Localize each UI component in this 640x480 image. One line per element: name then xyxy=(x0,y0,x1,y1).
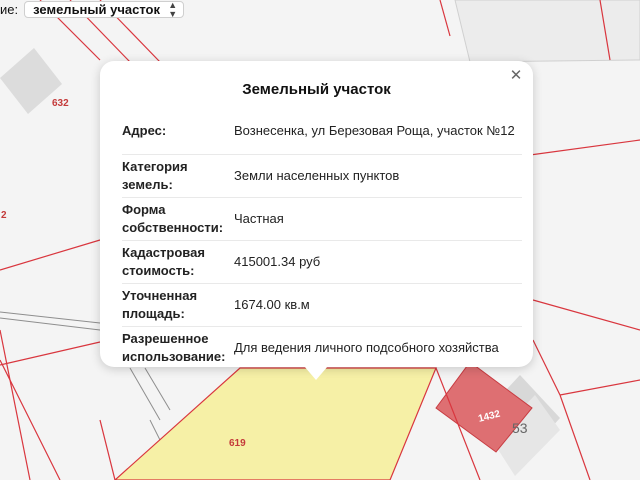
popup-title: Земельный участок xyxy=(242,81,391,98)
road-line xyxy=(0,311,101,324)
layer-selector-bar: ие: земельный участок ▲ ▼ xyxy=(0,0,185,19)
property-value: 415001.34 руб xyxy=(228,240,522,284)
property-key: Форма собственности: xyxy=(122,197,228,241)
property-value: Земли населенных пунктов xyxy=(228,154,522,198)
parcel-info-popup: Земельный участок ✕ Адрес: Вознесенка, у… xyxy=(100,61,533,367)
property-key: Разрешенное использование: xyxy=(122,331,226,365)
property-value: Частная xyxy=(228,197,522,241)
property-value: Вознесенка, ул Березовая Роща, участок №… xyxy=(228,109,522,155)
property-value: 1674.00 кв.м xyxy=(228,283,522,327)
selected-parcel[interactable] xyxy=(114,367,437,480)
property-key: Адрес: xyxy=(122,109,228,155)
building xyxy=(454,0,640,63)
property-value: Для ведения личного подсобного хозяйства xyxy=(234,340,499,356)
property-row-area: Уточненная площадь: 1674.00 кв.м xyxy=(122,283,522,327)
property-row-address: Адрес: Вознесенка, ул Березовая Роща, уч… xyxy=(122,109,522,155)
chevron-updown-icon: ▲ ▼ xyxy=(168,0,178,19)
parcel-label-619: 619 xyxy=(229,438,246,449)
property-key: Категория земель: xyxy=(122,154,228,198)
popup-pointer xyxy=(304,366,328,380)
property-row-category: Категория земель: Земли населенных пункт… xyxy=(122,154,522,198)
parcel-label-2: 2 xyxy=(1,210,7,221)
road-line xyxy=(144,367,171,411)
layer-select-value: земельный участок xyxy=(33,2,160,17)
property-row-cadastral-value: Кадастровая стоимость: 415001.34 руб xyxy=(122,240,522,284)
parcel-label-53: 53 xyxy=(512,420,528,436)
property-key: Уточненная площадь: xyxy=(122,283,228,327)
property-row-ownership: Форма собственности: Частная xyxy=(122,197,522,241)
parcel-label-632: 632 xyxy=(52,98,69,109)
road-line xyxy=(0,317,101,331)
property-key: Кадастровая стоимость: xyxy=(122,240,228,284)
parcel-properties-table: Адрес: Вознесенка, ул Березовая Роща, уч… xyxy=(122,109,522,370)
layer-selector-label: ие: xyxy=(0,2,19,17)
close-icon[interactable]: ✕ xyxy=(507,67,525,85)
road-line xyxy=(129,367,161,421)
property-row-permitted-use: Разрешенное использование: Для ведения л… xyxy=(122,326,522,370)
layer-select-dropdown[interactable]: земельный участок ▲ ▼ xyxy=(24,0,185,19)
